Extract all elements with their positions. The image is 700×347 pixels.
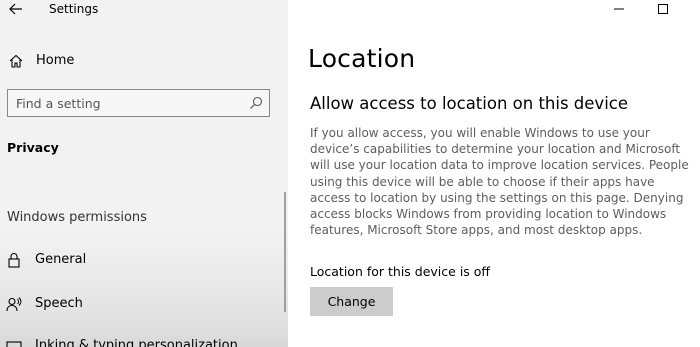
- section-title: Allow access to location on this device: [310, 94, 629, 113]
- search-icon[interactable]: [249, 96, 263, 110]
- section-header-privacy: Privacy: [7, 140, 59, 155]
- maximize-icon: [658, 4, 668, 14]
- sidebar-item-home[interactable]: Home: [0, 48, 288, 74]
- change-button[interactable]: Change: [310, 287, 393, 316]
- back-button[interactable]: [6, 0, 26, 18]
- sidebar-item-label: Home: [36, 53, 75, 68]
- sidebar-item-label: Speech: [35, 296, 83, 311]
- lock-icon: [8, 253, 20, 268]
- maximize-button[interactable]: [648, 0, 678, 18]
- inking-icon: [6, 341, 22, 347]
- title-bar: Settings: [0, 0, 288, 20]
- sidebar-item-general[interactable]: General: [0, 247, 280, 273]
- search-input[interactable]: [16, 94, 236, 112]
- sidebar-item-inking[interactable]: Inking & typing personalization: [0, 334, 280, 347]
- app-title: Settings: [49, 2, 99, 16]
- main-content: Location Allow access to location on thi…: [288, 0, 700, 347]
- sidebar-item-speech[interactable]: Speech: [0, 291, 280, 317]
- minimize-button[interactable]: [604, 0, 634, 18]
- sidebar-scrollbar[interactable]: [284, 192, 286, 312]
- page-title: Location: [308, 44, 416, 73]
- back-arrow-icon: [9, 3, 22, 15]
- sidebar: Settings Home Privacy Windows permission…: [0, 0, 288, 347]
- speech-icon: [6, 297, 22, 312]
- minimize-icon: [614, 8, 624, 10]
- settings-window: Settings Home Privacy Windows permission…: [0, 0, 700, 347]
- location-status: Location for this device is off: [310, 264, 491, 279]
- group-header-windows-permissions: Windows permissions: [7, 210, 147, 225]
- description-text: If you allow access, you will enable Win…: [310, 126, 689, 238]
- search-box[interactable]: [7, 89, 270, 117]
- sidebar-item-label: General: [35, 252, 87, 267]
- sidebar-item-label: Inking & typing personalization: [35, 338, 238, 347]
- home-icon: [9, 54, 23, 68]
